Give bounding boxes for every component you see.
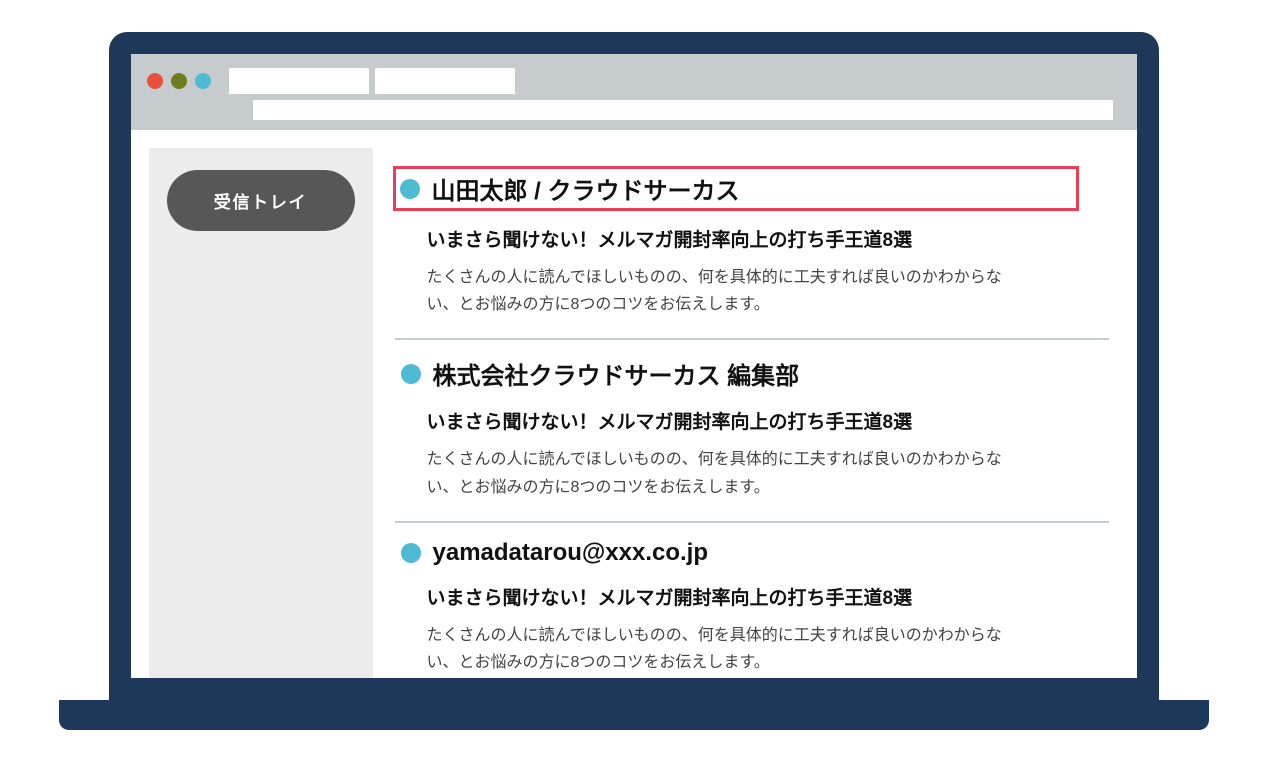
mail-item[interactable]: 山田太郎 / クラウドサーカス いまさら聞けない！メルマガ開封率向上の打ち手王道… — [395, 152, 1109, 340]
unread-dot-icon — [401, 364, 421, 384]
laptop-frame: 受信トレイ 山田太郎 / クラウドサーカス いまさら聞けない！メルマガ開封率向上… — [109, 32, 1159, 730]
address-bar[interactable] — [253, 100, 1113, 120]
mail-item[interactable]: yamadatarou@xxx.co.jp いまさら聞けない！メルマガ開封率向上… — [395, 523, 1109, 678]
browser-tab[interactable] — [229, 68, 369, 94]
mail-client: 受信トレイ 山田太郎 / クラウドサーカス いまさら聞けない！メルマガ開封率向上… — [131, 130, 1137, 678]
mail-subject: いまさら聞けない！メルマガ開封率向上の打ち手王道8選 — [427, 407, 1109, 434]
maximize-icon[interactable] — [195, 73, 211, 89]
laptop-base — [59, 700, 1209, 730]
mail-subject: いまさら聞けない！メルマガ開封率向上の打ち手王道8選 — [427, 225, 1109, 252]
mail-preview: たくさんの人に読んでほしいものの、何を具体的に工夫すれば良いのかわからない、とお… — [427, 446, 1007, 500]
minimize-icon[interactable] — [171, 73, 187, 89]
mail-preview: たくさんの人に読んでほしいものの、何を具体的に工夫すれば良いのかわからない、とお… — [427, 622, 1007, 676]
sender-name: 株式会社クラウドサーカス 編集部 — [433, 356, 800, 391]
tab-row — [147, 68, 1121, 94]
close-icon[interactable] — [147, 73, 163, 89]
mail-subject: いまさら聞けない！メルマガ開封率向上の打ち手王道8選 — [427, 583, 1109, 610]
sidebar: 受信トレイ — [149, 148, 373, 678]
sender-row-highlight: 山田太郎 / クラウドサーカス — [393, 166, 1079, 211]
sender-name: 山田太郎 / クラウドサーカス — [432, 171, 740, 206]
unread-dot-icon — [401, 543, 421, 563]
browser-tab[interactable] — [375, 68, 515, 94]
unread-dot-icon — [400, 179, 420, 199]
mail-preview: たくさんの人に読んでほしいものの、何を具体的に工夫すれば良いのかわからない、とお… — [427, 264, 1007, 318]
sender-row: 株式会社クラウドサーカス 編集部 — [395, 354, 1109, 393]
screen: 受信トレイ 山田太郎 / クラウドサーカス いまさら聞けない！メルマガ開封率向上… — [131, 54, 1137, 678]
window-controls — [147, 73, 211, 89]
laptop-bezel: 受信トレイ 山田太郎 / クラウドサーカス いまさら聞けない！メルマガ開封率向上… — [109, 32, 1159, 700]
sender-row: yamadatarou@xxx.co.jp — [395, 537, 1109, 569]
browser-toolbar — [131, 54, 1137, 130]
folder-inbox-label: 受信トレイ — [214, 193, 308, 212]
mail-list: 山田太郎 / クラウドサーカス いまさら聞けない！メルマガ開封率向上の打ち手王道… — [395, 148, 1119, 678]
address-row — [147, 94, 1121, 130]
sender-name: yamadatarou@xxx.co.jp — [433, 539, 709, 567]
browser-tabs — [229, 68, 515, 94]
mail-item[interactable]: 株式会社クラウドサーカス 編集部 いまさら聞けない！メルマガ開封率向上の打ち手王… — [395, 340, 1109, 522]
folder-inbox[interactable]: 受信トレイ — [167, 170, 355, 231]
